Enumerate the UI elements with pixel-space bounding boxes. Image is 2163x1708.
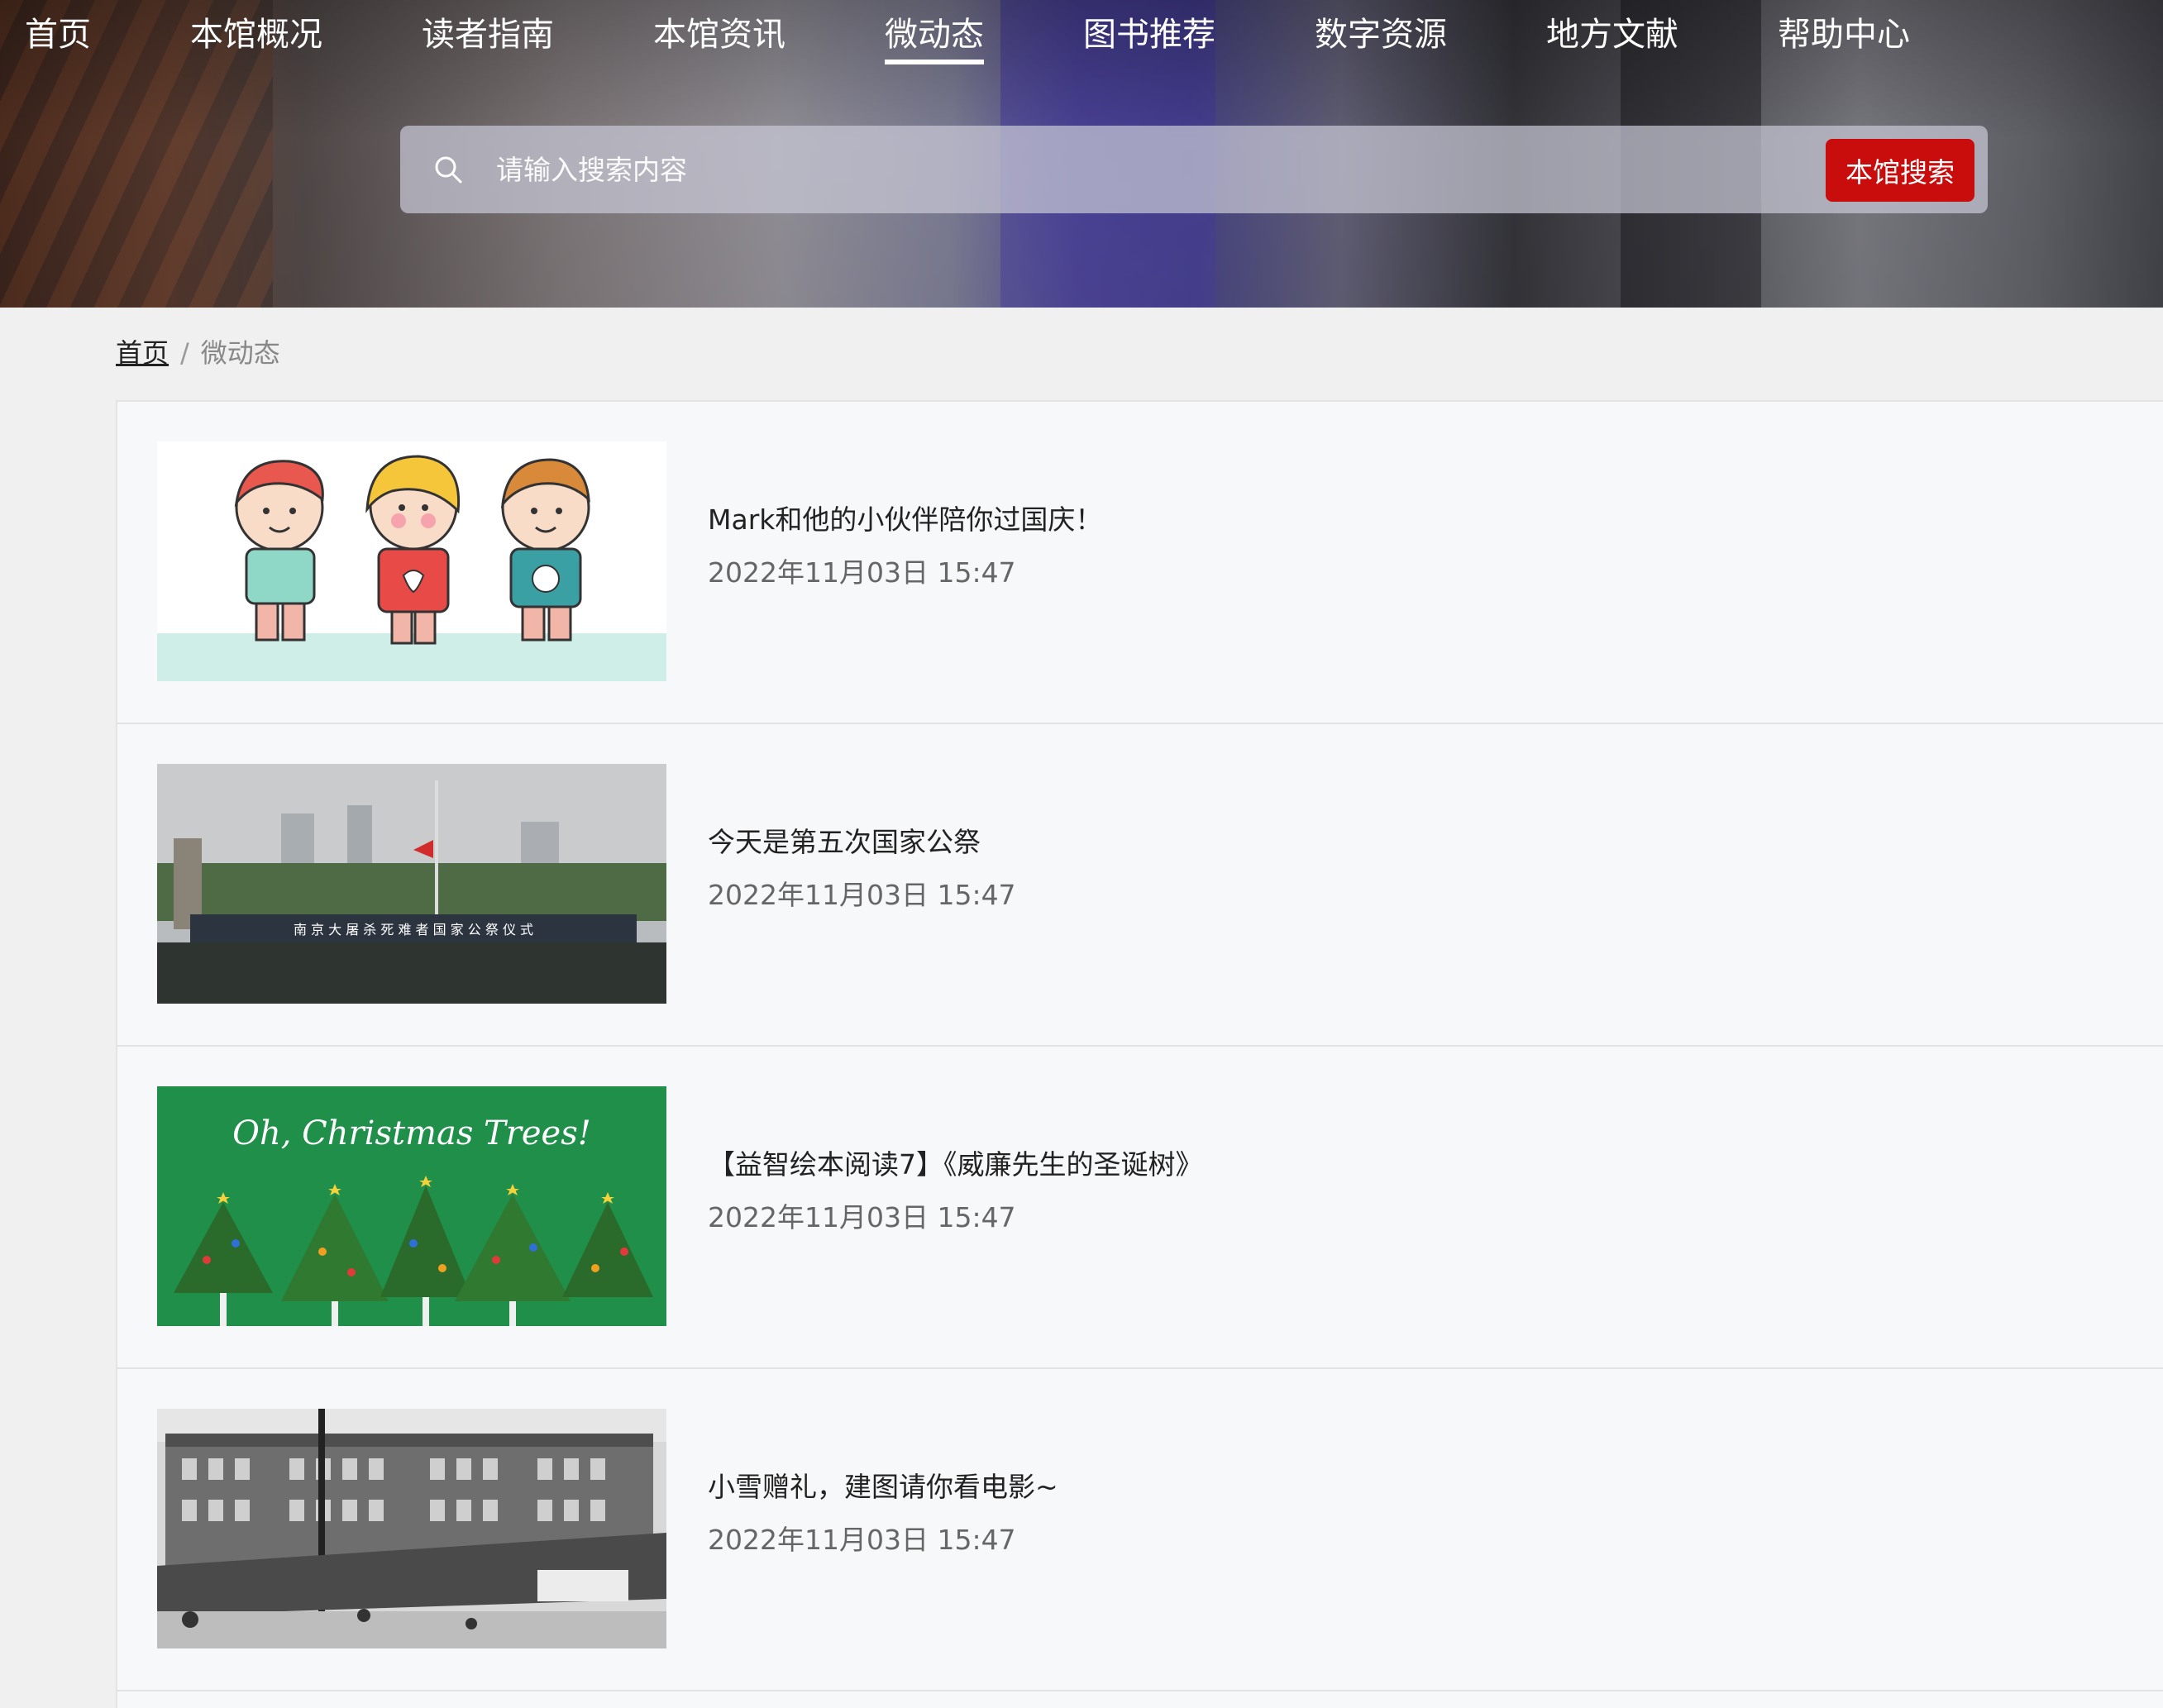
memorial-ceremony-image: 南 京 大 屠 杀 死 难 者 国 家 公 祭 仪 式 bbox=[157, 764, 666, 1004]
article-timestamp: 2022年11月03日 15:47 bbox=[708, 1524, 1016, 1556]
nav-item-about[interactable]: 本馆概况 bbox=[190, 13, 322, 56]
memorial-banner-text: 南 京 大 屠 杀 死 难 者 国 家 公 祭 仪 式 bbox=[294, 922, 533, 937]
list-item[interactable]: 南 京 大 屠 杀 死 难 者 国 家 公 祭 仪 式 今天是第五次国家公祭 2… bbox=[117, 724, 2163, 1047]
article-title[interactable]: Mark和他的小伙伴陪你过国庆！ bbox=[708, 501, 1102, 539]
article-thumbnail-memorial-ceremony[interactable]: 南 京 大 屠 杀 死 难 者 国 家 公 祭 仪 式 bbox=[157, 764, 666, 1004]
list-item[interactable]: Oh, Christmas Trees! 【益智绘本阅读7】《威廉先生的圣诞树》… bbox=[117, 1047, 2163, 1369]
list-item[interactable]: 小雪赠礼，建图请你看电影~ 2022年11月03日 15:47 bbox=[117, 1369, 2163, 1691]
search-bar: 本馆搜索 bbox=[400, 126, 1988, 213]
breadcrumb: 首页 / 微动态 bbox=[116, 335, 280, 371]
nav-item-book-recommendations[interactable]: 图书推荐 bbox=[1083, 13, 1215, 56]
breadcrumb-home-link[interactable]: 首页 bbox=[116, 337, 169, 369]
article-timestamp: 2022年11月03日 15:47 bbox=[708, 556, 1016, 589]
library-search-button[interactable]: 本馆搜索 bbox=[1826, 139, 1974, 202]
article-title[interactable]: 今天是第五次国家公祭 bbox=[708, 823, 981, 861]
article-thumbnail-kids-cartoon[interactable] bbox=[157, 441, 666, 681]
main-nav: 首页 本馆概况 读者指南 本馆资讯 微动态 图书推荐 数字资源 地方文献 帮助中… bbox=[0, 0, 2163, 74]
nav-item-micro-updates[interactable]: 微动态 bbox=[885, 13, 984, 64]
breadcrumb-separator: / bbox=[180, 337, 189, 369]
historic-building-image bbox=[157, 1409, 666, 1648]
breadcrumb-current: 微动态 bbox=[200, 337, 280, 369]
article-timestamp: 2022年11月03日 15:47 bbox=[708, 1201, 1016, 1233]
nav-item-digital-resources[interactable]: 数字资源 bbox=[1315, 13, 1447, 56]
search-input[interactable] bbox=[496, 145, 1323, 194]
nav-item-local-documents[interactable]: 地方文献 bbox=[1546, 13, 1678, 56]
nav-item-home[interactable]: 首页 bbox=[25, 13, 91, 56]
nav-item-help-center[interactable]: 帮助中心 bbox=[1778, 13, 1910, 56]
christmas-image-caption: Oh, Christmas Trees! bbox=[232, 1114, 591, 1152]
cartoon-kids-image bbox=[157, 441, 666, 681]
article-thumbnail-christmas-trees[interactable]: Oh, Christmas Trees! bbox=[157, 1086, 666, 1326]
article-thumbnail-historic-building[interactable] bbox=[157, 1409, 666, 1648]
article-list: Mark和他的小伙伴陪你过国庆！ 2022年11月03日 15:47 南 京 大… bbox=[116, 400, 2163, 1708]
nav-item-news[interactable]: 本馆资讯 bbox=[653, 13, 785, 56]
christmas-trees-image: Oh, Christmas Trees! bbox=[157, 1086, 666, 1326]
article-title[interactable]: 小雪赠礼，建图请你看电影~ bbox=[708, 1468, 1058, 1506]
hero-banner: 首页 本馆概况 读者指南 本馆资讯 微动态 图书推荐 数字资源 地方文献 帮助中… bbox=[0, 0, 2163, 308]
article-timestamp: 2022年11月03日 15:47 bbox=[708, 879, 1016, 911]
search-icon[interactable] bbox=[432, 153, 465, 186]
nav-item-reader-guide[interactable]: 读者指南 bbox=[422, 13, 554, 56]
list-item[interactable]: Mark和他的小伙伴陪你过国庆！ 2022年11月03日 15:47 bbox=[117, 402, 2163, 724]
article-title[interactable]: 【益智绘本阅读7】《威廉先生的圣诞树》 bbox=[708, 1146, 1203, 1184]
